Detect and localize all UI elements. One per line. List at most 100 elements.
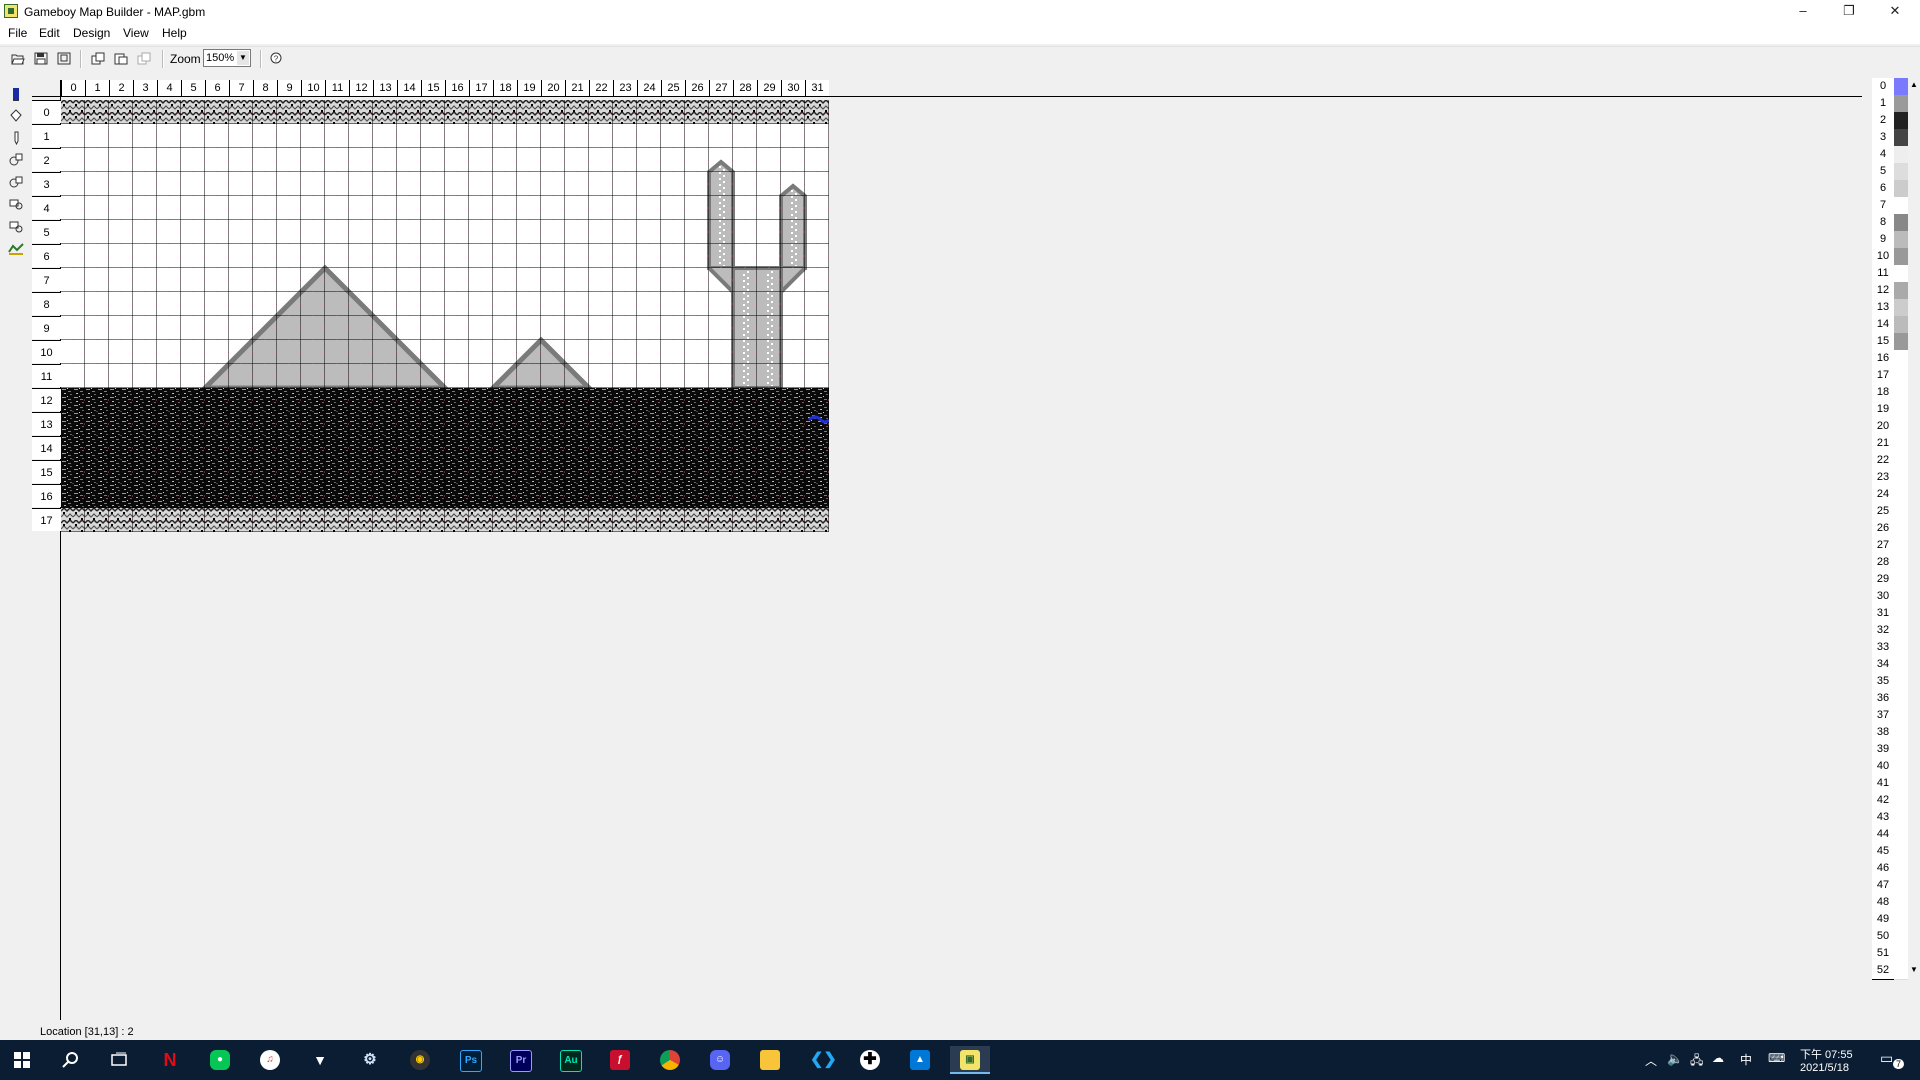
taskbar-vscode[interactable]: ❮❯ — [800, 1046, 840, 1074]
chevron-down-icon[interactable]: ▼ — [237, 51, 249, 65]
tile-index[interactable]: 48 — [1872, 894, 1894, 912]
notification-icon[interactable]: ▭ — [1880, 1050, 1893, 1067]
tile-preview[interactable] — [1894, 231, 1908, 249]
tile-preview[interactable] — [1894, 928, 1908, 946]
tile-palette-scrollbar[interactable]: ▲ ▼ — [1908, 78, 1920, 978]
tile-preview[interactable] — [1894, 520, 1908, 538]
zoom-select[interactable]: 150% ▼ — [203, 49, 251, 67]
taskbar-chrome[interactable] — [650, 1046, 690, 1074]
taskbar-audition[interactable]: Au — [550, 1046, 590, 1074]
tile-preview[interactable] — [1894, 112, 1908, 130]
tile-preview[interactable] — [1894, 826, 1908, 844]
tile-preview[interactable] — [1894, 622, 1908, 640]
taskbar-app-red[interactable]: ƒ — [600, 1046, 640, 1074]
select-tool-icon[interactable] — [8, 152, 24, 168]
tile-index[interactable]: 27 — [1872, 537, 1894, 555]
grid-toggle-icon[interactable] — [8, 240, 24, 256]
map-tiles[interactable] — [61, 100, 829, 532]
tile-index[interactable]: 41 — [1872, 775, 1894, 793]
dropper-tool-icon[interactable] — [8, 130, 24, 146]
tile-preview[interactable] — [1894, 282, 1908, 300]
tile-preview[interactable] — [1894, 605, 1908, 623]
tile-preview[interactable] — [1894, 673, 1908, 691]
tile-index[interactable]: 31 — [1872, 605, 1894, 623]
tile-preview[interactable] — [1894, 707, 1908, 725]
windows-start-icon[interactable] — [14, 1052, 30, 1068]
taskbar-steam[interactable]: ⚙ — [350, 1046, 390, 1074]
tile-index[interactable]: 47 — [1872, 877, 1894, 895]
tile-index[interactable]: 12 — [1872, 282, 1894, 300]
tile-index[interactable]: 2 — [1872, 112, 1894, 130]
tile-index[interactable]: 32 — [1872, 622, 1894, 640]
tile-index[interactable]: 42 — [1872, 792, 1894, 810]
tile-index[interactable]: 20 — [1872, 418, 1894, 436]
ime-mode-icon[interactable]: ⌨ — [1768, 1051, 1785, 1065]
tile-preview[interactable] — [1894, 418, 1908, 436]
scroll-up-icon[interactable]: ▲ — [1910, 80, 1918, 89]
tile-index[interactable]: 3 — [1872, 129, 1894, 147]
search-icon[interactable] — [62, 1051, 80, 1069]
tile-preview[interactable] — [1894, 962, 1908, 980]
stamp-tool-icon[interactable] — [8, 196, 24, 212]
tile-index[interactable]: 15 — [1872, 333, 1894, 351]
tile-preview[interactable] — [1894, 197, 1908, 215]
tile-index[interactable]: 11 — [1872, 265, 1894, 283]
tile-index[interactable]: 40 — [1872, 758, 1894, 776]
tile-index[interactable]: 33 — [1872, 639, 1894, 657]
taskbar-discord[interactable]: ☺ — [700, 1046, 740, 1074]
taskbar-itunes[interactable]: ♫ — [250, 1046, 290, 1074]
network-icon[interactable]: 🖧 — [1690, 1051, 1703, 1072]
tile-preview[interactable] — [1894, 78, 1908, 96]
move-tool-icon[interactable] — [8, 174, 24, 190]
tile-preview[interactable] — [1894, 775, 1908, 793]
tile-preview[interactable] — [1894, 894, 1908, 912]
taskbar-photos[interactable]: ▲ — [900, 1046, 940, 1074]
clock-date[interactable]: 2021/5/18 — [1800, 1062, 1849, 1074]
tile-preview[interactable] — [1894, 401, 1908, 419]
volume-icon[interactable]: 🔈 — [1667, 1051, 1683, 1067]
tile-preview[interactable] — [1894, 741, 1908, 759]
tile-index[interactable]: 25 — [1872, 503, 1894, 521]
tile-preview[interactable] — [1894, 299, 1908, 317]
tile-index[interactable]: 37 — [1872, 707, 1894, 725]
tile-index[interactable]: 28 — [1872, 554, 1894, 572]
tile-index[interactable]: 14 — [1872, 316, 1894, 334]
pencil-tool-icon[interactable] — [8, 86, 24, 102]
save-as-icon[interactable] — [57, 52, 71, 65]
tile-index[interactable]: 29 — [1872, 571, 1894, 589]
tile-index[interactable]: 50 — [1872, 928, 1894, 946]
tray-chevron-up-icon[interactable]: ︿ — [1645, 1052, 1657, 1069]
onedrive-icon[interactable]: ☁ — [1712, 1051, 1724, 1065]
tile-preview[interactable] — [1894, 792, 1908, 810]
menu-design[interactable]: Design — [73, 26, 110, 40]
paste-icon[interactable] — [114, 52, 128, 65]
tile-index[interactable]: 36 — [1872, 690, 1894, 708]
tile-preview[interactable] — [1894, 758, 1908, 776]
minimize-button[interactable]: – — [1780, 0, 1826, 22]
tile-index[interactable]: 6 — [1872, 180, 1894, 198]
tile-preview[interactable] — [1894, 95, 1908, 113]
tile-index[interactable]: 19 — [1872, 401, 1894, 419]
tile-preview[interactable] — [1894, 809, 1908, 827]
tile-index[interactable]: 17 — [1872, 367, 1894, 385]
tile-index[interactable]: 13 — [1872, 299, 1894, 317]
tile-index[interactable]: 8 — [1872, 214, 1894, 232]
save-icon[interactable] — [34, 52, 48, 65]
map-canvas[interactable] — [61, 100, 829, 532]
open-icon[interactable] — [11, 52, 25, 65]
tile-index[interactable]: 26 — [1872, 520, 1894, 538]
menu-file[interactable]: File — [8, 26, 27, 40]
tile-preview[interactable] — [1894, 316, 1908, 334]
tile-preview[interactable] — [1894, 214, 1908, 232]
tile-index[interactable]: 43 — [1872, 809, 1894, 827]
restore-button[interactable]: ❐ — [1826, 0, 1872, 22]
tile-index[interactable]: 35 — [1872, 673, 1894, 691]
tile-index[interactable]: 0 — [1872, 78, 1894, 96]
tile-preview[interactable] — [1894, 452, 1908, 470]
tile-index[interactable]: 1 — [1872, 95, 1894, 113]
erase-tool-icon[interactable] — [8, 218, 24, 234]
tile-preview[interactable] — [1894, 367, 1908, 385]
tile-preview[interactable] — [1894, 656, 1908, 674]
tile-preview[interactable] — [1894, 588, 1908, 606]
task-view-icon[interactable] — [110, 1051, 128, 1069]
